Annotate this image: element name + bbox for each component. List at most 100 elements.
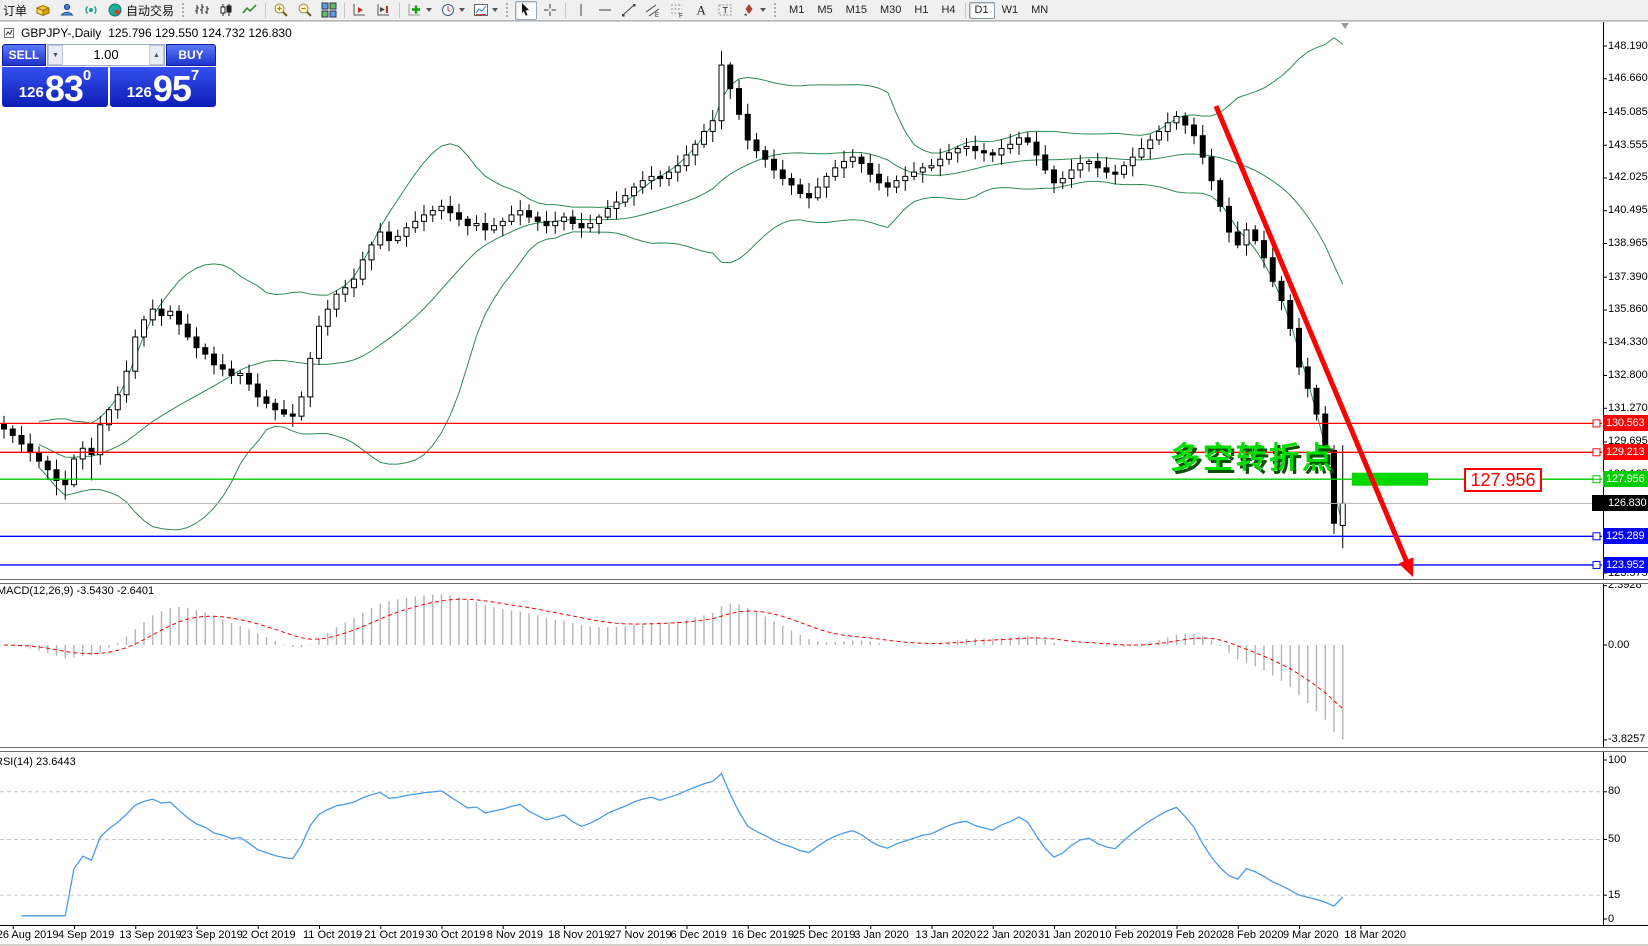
trendline-button[interactable]: [618, 1, 640, 20]
cursor-icon: [518, 2, 534, 18]
arrows-button[interactable]: [738, 1, 769, 20]
bar-chart-icon: [194, 2, 210, 18]
sell-price-big: 83: [45, 74, 83, 104]
indicators-button[interactable]: [404, 1, 435, 20]
date-axis-label: 9 Mar 2020: [1283, 929, 1339, 941]
text-label-icon: T: [717, 2, 733, 18]
market-watch-button[interactable]: [32, 1, 54, 20]
price-axis-tick: 148.190: [1608, 40, 1648, 52]
vertical-line-button[interactable]: [570, 1, 592, 20]
toolbar-grip[interactable]: [506, 3, 510, 17]
buy-button[interactable]: BUY: [166, 44, 216, 66]
price-axis-tick: 146.660: [1608, 72, 1648, 84]
timeframe-button-h4[interactable]: H4: [935, 2, 961, 19]
timeframe-button-w1[interactable]: W1: [996, 2, 1025, 19]
chart-shift-button[interactable]: [373, 1, 395, 20]
horizontal-line-button[interactable]: [594, 1, 616, 20]
chart-canvas[interactable]: [0, 0, 1648, 946]
price-axis-tick: 132.800: [1608, 369, 1648, 381]
periods-button[interactable]: [437, 1, 468, 20]
user-icon: [59, 2, 75, 18]
template-icon: [473, 2, 489, 18]
channel-icon: E: [645, 2, 661, 18]
sell-button[interactable]: SELL: [2, 44, 46, 66]
chevron-down-icon: [426, 8, 432, 12]
accounts-button[interactable]: [56, 1, 78, 20]
toolbar: 新订单 自动交易 E F A T M1M5M: [0, 0, 1648, 21]
timeframe-button-m5[interactable]: M5: [811, 2, 838, 19]
price-callout-box[interactable]: 127.956: [1464, 468, 1542, 492]
price-axis-tick: 145.085: [1608, 106, 1648, 118]
signals-button[interactable]: [80, 1, 102, 20]
toolbar-grip[interactable]: [182, 3, 186, 17]
buy-price-panel[interactable]: 126 95 7: [110, 67, 216, 107]
date-axis-label: 27 Nov 2019: [609, 929, 671, 941]
macd-axis-tick: -3.8257: [1608, 733, 1645, 745]
candlestick-chart-button[interactable]: [215, 1, 237, 20]
date-axis-label: 26 Aug 2019: [0, 929, 59, 941]
auto-scroll-icon: [352, 2, 368, 18]
macd-splitter[interactable]: [0, 579, 1648, 584]
date-axis-label: 13 Sep 2019: [119, 929, 181, 941]
volume-input[interactable]: 1.00: [63, 45, 149, 65]
date-axis-label: 4 Sep 2019: [58, 929, 114, 941]
tile-windows-button[interactable]: [318, 1, 340, 20]
svg-text:T: T: [723, 6, 729, 16]
book-icon: [35, 2, 51, 18]
horizontal-line-icon: [597, 2, 613, 18]
timeframe-button-mn[interactable]: MN: [1025, 2, 1054, 19]
date-axis-label: 25 Dec 2019: [793, 929, 855, 941]
highlight-bar: [1352, 473, 1428, 486]
chart-ohlc-values: 125.796 129.550 124.732 126.830: [108, 26, 292, 40]
turning-point-annotation[interactable]: 多空转折点: [1170, 443, 1335, 475]
rsi-splitter[interactable]: [0, 747, 1648, 752]
crosshair-button[interactable]: [539, 1, 561, 20]
volume-increase-button[interactable]: ▲: [149, 45, 164, 65]
new-order-button[interactable]: 新订单: [2, 1, 30, 20]
cursor-button[interactable]: [515, 1, 537, 20]
line-chart-icon: [242, 2, 258, 18]
rsi-label: RSI(14) 23.6443: [0, 756, 76, 768]
price-axis-tick: 135.860: [1608, 303, 1648, 315]
clock-icon: [440, 2, 456, 18]
rsi-axis-tick: 80: [1608, 785, 1620, 797]
svg-text:E: E: [655, 13, 659, 18]
price-tag-129.213: 129.213: [1603, 444, 1648, 460]
timeframe-button-m1[interactable]: M1: [783, 2, 810, 19]
price-tag-126.830: 126.830: [1592, 495, 1648, 511]
crosshair-icon: [542, 2, 558, 18]
timeframe-button-h1[interactable]: H1: [908, 2, 934, 19]
volume-decrease-button[interactable]: ▼: [48, 45, 63, 65]
svg-text:F: F: [679, 13, 683, 19]
timeframe-button-d1[interactable]: D1: [969, 2, 995, 19]
autotrade-button[interactable]: 自动交易: [104, 1, 177, 20]
timeframe-button-m15[interactable]: M15: [840, 2, 873, 19]
price-axis-tick: 138.965: [1608, 237, 1648, 249]
date-axis-label: 28 Feb 2020: [1222, 929, 1284, 941]
text-label-button[interactable]: T: [714, 1, 736, 20]
channel-button[interactable]: E: [642, 1, 664, 20]
broadcast-icon: [83, 2, 99, 18]
bar-chart-button[interactable]: [191, 1, 213, 20]
fibonacci-button[interactable]: F: [666, 1, 688, 20]
templates-button[interactable]: [470, 1, 501, 20]
volume-spinner: ▼ 1.00 ▲: [47, 44, 165, 66]
rsi-axis-tick: 0: [1608, 913, 1614, 925]
price-axis-tick: 142.025: [1608, 171, 1648, 183]
date-axis-label: 31 Jan 2020: [1038, 929, 1099, 941]
zoom-out-button[interactable]: [294, 1, 316, 20]
toolbar-grip[interactable]: [774, 3, 778, 17]
autotrade-label: 自动交易: [126, 2, 174, 19]
date-axis-label: 10 Feb 2020: [1099, 929, 1161, 941]
toolbar-separator: [344, 3, 345, 18]
trendline-icon: [621, 2, 637, 18]
text-button[interactable]: A: [690, 1, 712, 20]
zoom-in-button[interactable]: [270, 1, 292, 20]
date-axis-label: 30 Oct 2019: [426, 929, 486, 941]
buy-price-sup: 7: [191, 67, 199, 84]
sell-price-panel[interactable]: 126 83 0: [2, 67, 108, 107]
line-chart-button[interactable]: [239, 1, 261, 20]
timeframe-button-m30[interactable]: M30: [874, 2, 907, 19]
rsi-axis-tick: 15: [1608, 889, 1620, 901]
auto-scroll-button[interactable]: [349, 1, 371, 20]
